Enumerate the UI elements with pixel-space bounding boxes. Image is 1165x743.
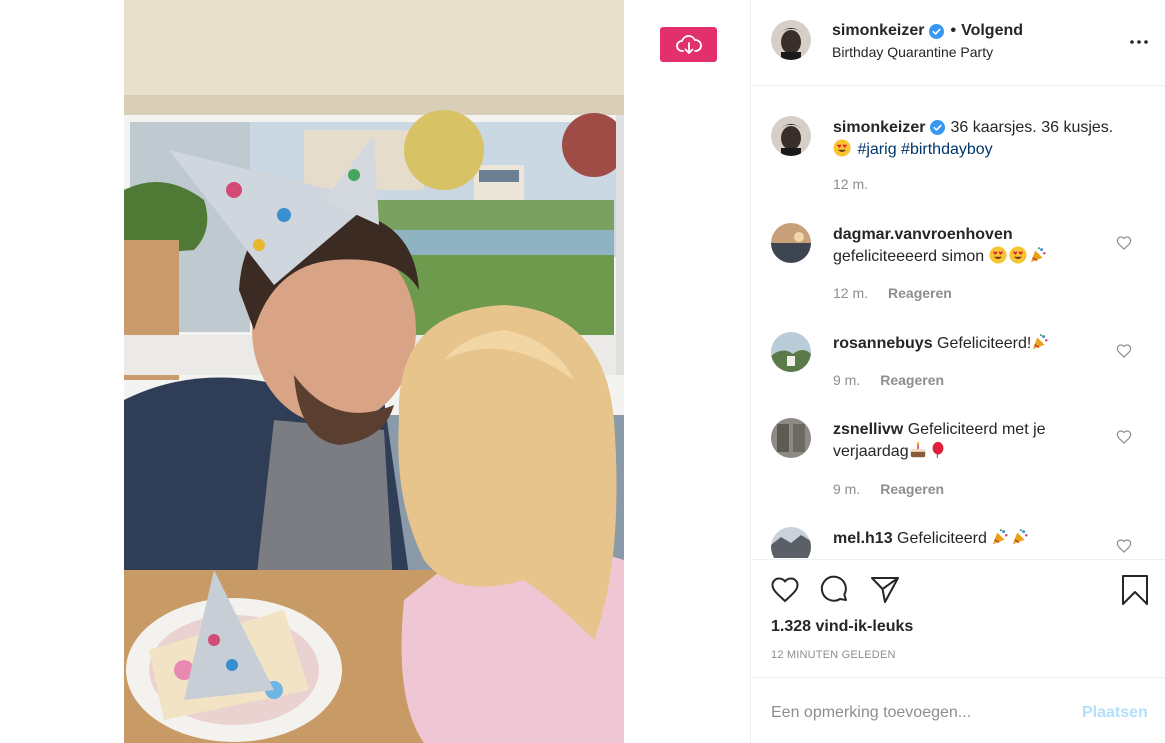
caption-meta: 12 m. (833, 176, 868, 192)
comment-body-continued: verjaardag (833, 443, 909, 460)
hashtag-link[interactable]: #jarig (857, 141, 896, 158)
comment-meta: 12 m. Reageren (833, 285, 952, 301)
comment-meta: 9 m. Reageren (833, 481, 944, 497)
like-count[interactable]: 1.328 vind-ik-leuks (771, 618, 913, 636)
heart-icon[interactable] (769, 574, 801, 606)
verified-badge-icon (930, 120, 946, 136)
comment-meta: 9 m. Reageren (833, 372, 944, 388)
verified-badge-icon (929, 23, 945, 39)
send-icon[interactable] (869, 574, 901, 606)
avatar[interactable] (771, 418, 811, 458)
comment-body: Gefeliciteerd met je (907, 421, 1046, 438)
like-comment-icon[interactable] (1116, 343, 1132, 359)
hashtag-link[interactable]: #birthdayboy (901, 141, 993, 158)
avatar[interactable] (771, 332, 811, 372)
comment-time[interactable]: 9 m. (833, 372, 860, 388)
comment-body: Gefeliciteerd! (937, 335, 1032, 352)
heart-eyes-emoji (1009, 246, 1027, 264)
comments-list[interactable]: simonkeizer 36 kaarsjes. 36 kusjes. #jari… (751, 87, 1165, 558)
comment-composer: Plaatsen (751, 677, 1165, 743)
party-popper-emoji (1033, 334, 1048, 350)
post-timestamp[interactable]: 12 minuten geleden (771, 649, 896, 661)
header-user-line: simonkeizer • Volgend (832, 22, 1023, 40)
caption-username[interactable]: simonkeizer (833, 119, 925, 136)
comment-body: gefeliciteeeerd simon (833, 248, 985, 265)
comment-icon[interactable] (819, 574, 851, 606)
bookmark-icon[interactable] (1119, 574, 1151, 606)
download-button[interactable] (660, 27, 717, 62)
post-photo-illustration (124, 0, 624, 743)
post-details-panel: simonkeizer • Volgend Birthday Quarantin… (750, 0, 1165, 743)
comment-body: Gefeliciteerd (897, 530, 987, 547)
post-comment-button[interactable]: Plaatsen (1082, 704, 1148, 722)
avatar[interactable] (771, 223, 811, 263)
cloud-download-icon (675, 34, 702, 54)
avatar-image (771, 332, 811, 372)
party-popper-emoji (993, 529, 1008, 545)
header-location[interactable]: Birthday Quarantine Party (832, 44, 993, 60)
avatar-image (771, 527, 811, 558)
balloon-emoji (932, 441, 944, 459)
avatar[interactable] (771, 116, 811, 156)
post-actions: 1.328 vind-ik-leuks 12 minuten geleden (751, 559, 1165, 677)
more-horizontal-icon (1130, 40, 1148, 44)
cake-emoji (910, 441, 925, 458)
avatar-image (771, 20, 811, 60)
party-popper-emoji (1013, 529, 1028, 545)
post-photo[interactable] (124, 0, 624, 743)
comment-username[interactable]: zsnellivw (833, 421, 903, 438)
like-comment-icon[interactable] (1116, 429, 1132, 445)
header-username[interactable]: simonkeizer (832, 22, 924, 40)
comment-time[interactable]: 9 m. (833, 481, 860, 497)
caption-time[interactable]: 12 m. (833, 176, 868, 192)
avatar-image (771, 116, 811, 156)
party-popper-emoji (1030, 247, 1046, 263)
avatar[interactable] (771, 20, 811, 60)
header-separator: • (950, 22, 957, 39)
comment-time[interactable]: 12 m. (833, 285, 868, 301)
like-comment-icon[interactable] (1116, 538, 1132, 554)
comment-text: dagmar.vanvroenhoven gefeliciteeeerd sim… (833, 224, 1118, 268)
reply-button[interactable]: Reageren (880, 481, 944, 497)
avatar[interactable] (771, 527, 811, 558)
like-comment-icon[interactable] (1116, 235, 1132, 251)
comment-username[interactable]: mel.h13 (833, 530, 893, 547)
follow-status-button[interactable]: Volgend (961, 22, 1023, 40)
comment-text: zsnellivw Gefeliciteerd met je verjaarda… (833, 419, 1118, 463)
reply-button[interactable]: Reageren (888, 285, 952, 301)
comment-text: rosannebuys Gefeliciteerd! (833, 333, 1118, 355)
comment-text: mel.h13 Gefeliciteerd (833, 528, 1118, 550)
more-options-button[interactable] (1127, 30, 1151, 54)
avatar-image (771, 223, 811, 263)
reply-button[interactable]: Reageren (880, 372, 944, 388)
caption-body: 36 kaarsjes. 36 kusjes. (950, 119, 1114, 136)
photo-column (0, 0, 750, 743)
comment-username[interactable]: dagmar.vanvroenhoven (833, 226, 1013, 243)
caption-text: simonkeizer 36 kaarsjes. 36 kusjes. #jari… (833, 117, 1118, 161)
comment-username[interactable]: rosannebuys (833, 335, 933, 352)
post-header: simonkeizer • Volgend Birthday Quarantin… (751, 0, 1165, 86)
avatar-image (771, 418, 811, 458)
heart-eyes-emoji (989, 246, 1007, 264)
comment-input[interactable] (771, 698, 1071, 728)
heart-eyes-emoji (833, 139, 851, 157)
